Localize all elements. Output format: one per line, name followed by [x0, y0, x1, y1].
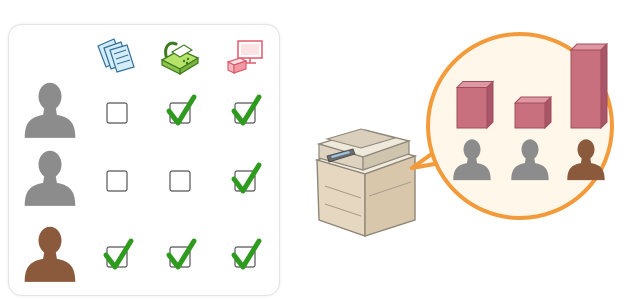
- checkbox-checked[interactable]: [231, 238, 262, 270]
- checkbox-checked[interactable]: [231, 94, 262, 126]
- usage-bar: [455, 80, 495, 130]
- checkbox-unchecked[interactable]: [169, 170, 191, 192]
- checkbox-checked[interactable]: [103, 238, 134, 270]
- user-icon: [24, 226, 76, 282]
- checkbox-unchecked[interactable]: [106, 102, 128, 124]
- user-icon: [24, 82, 76, 138]
- user-icon: [24, 150, 76, 206]
- checkbox-unchecked[interactable]: [106, 170, 128, 192]
- usage-bar: [513, 95, 553, 130]
- checkbox-checked[interactable]: [231, 162, 262, 194]
- checkbox-checked[interactable]: [166, 94, 197, 126]
- checkbox-checked[interactable]: [166, 238, 197, 270]
- usage-callout: [410, 32, 614, 220]
- usage-bar: [569, 42, 609, 130]
